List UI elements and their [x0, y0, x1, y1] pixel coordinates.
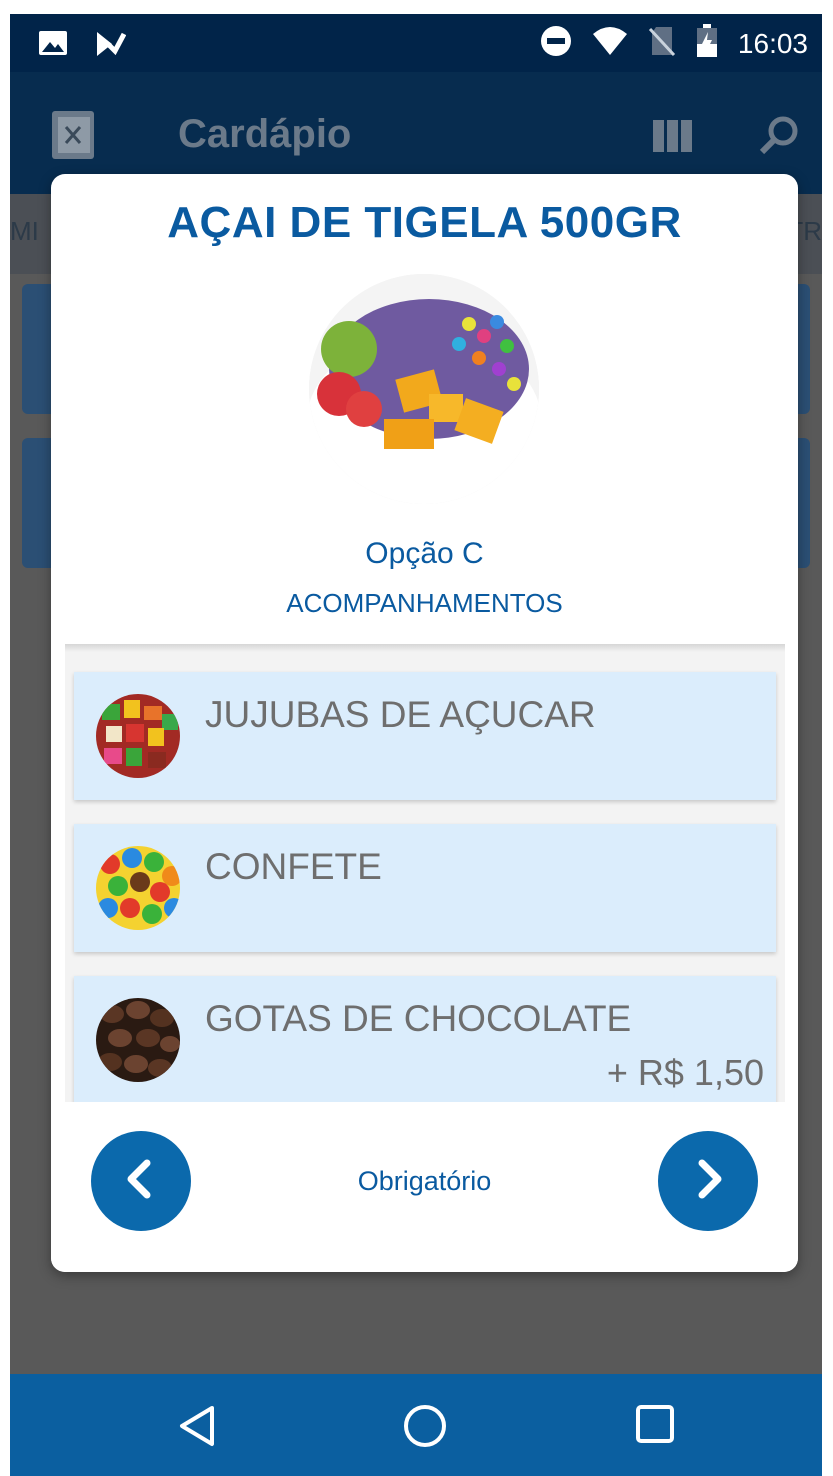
product-photo	[309, 274, 539, 504]
phone-screen: 16:03 Cardápio MI UTR AÇAI DE TIGELA 500…	[10, 14, 822, 1476]
do-not-disturb-icon	[540, 25, 572, 62]
dialog-title: AÇAI DE TIGELA 500GR	[167, 198, 682, 247]
tab-left-fragment[interactable]: MI	[10, 216, 39, 247]
options-list[interactable]: JUJUBAS DE AÇUCAR CONFETE GOTAS DE CHOCO…	[65, 644, 785, 1102]
candy-icon	[96, 694, 180, 778]
battery-charging-icon	[696, 24, 718, 63]
candy-icon	[96, 846, 180, 930]
option-section-label: ACOMPANHAMENTOS	[286, 588, 563, 618]
list-item[interactable]: GOTAS DE CHOCOLATE + R$ 1,50	[74, 976, 776, 1102]
app-title: Cardápio	[178, 112, 352, 156]
checkmark-notification-icon	[94, 28, 127, 65]
menu-book-icon[interactable]	[50, 109, 96, 166]
item-price: + R$ 1,50	[606, 1052, 764, 1093]
chevron-right-icon	[686, 1157, 730, 1206]
recents-icon[interactable]	[635, 1404, 675, 1449]
list-item[interactable]: JUJUBAS DE AÇUCAR	[74, 672, 776, 800]
item-name: GOTAS DE CHOCOLATE	[205, 998, 632, 1039]
clock: 16:03	[737, 27, 808, 59]
chocolate-icon	[96, 998, 180, 1082]
home-icon[interactable]	[403, 1404, 447, 1453]
list-divider	[65, 644, 785, 652]
option-name: Opção C	[365, 537, 484, 570]
next-button[interactable]	[658, 1131, 758, 1231]
image-icon	[38, 28, 68, 65]
system-navigation-bar	[10, 1374, 822, 1476]
dialog-footer: Obrigatório	[51, 1104, 798, 1272]
no-sim-icon	[648, 25, 676, 62]
item-name: JUJUBAS DE AÇUCAR	[205, 694, 596, 735]
option-dialog: AÇAI DE TIGELA 500GR Opção C ACOMPANHAME	[51, 174, 798, 1272]
list-item[interactable]: CONFETE	[74, 824, 776, 952]
wifi-icon	[592, 26, 628, 61]
status-bar: 16:03	[10, 14, 822, 72]
item-name: CONFETE	[205, 846, 382, 887]
grid-view-icon[interactable]	[653, 120, 693, 157]
search-icon[interactable]	[758, 114, 800, 161]
back-icon[interactable]	[176, 1404, 220, 1453]
